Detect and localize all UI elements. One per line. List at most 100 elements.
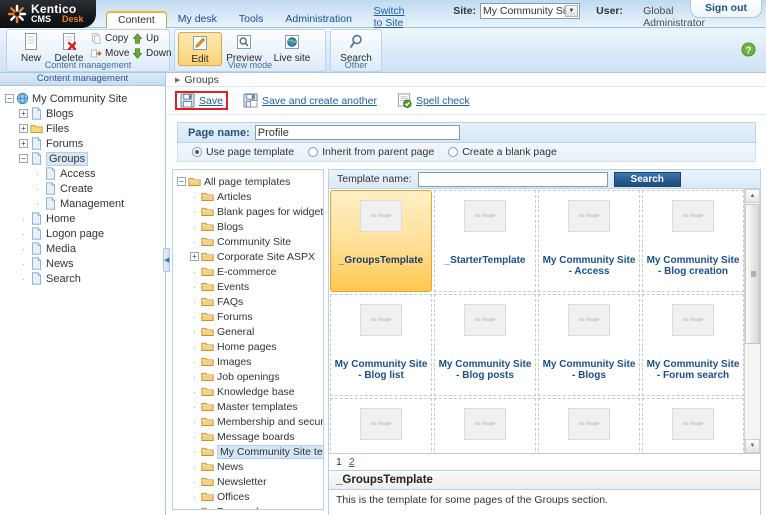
scroll-down-arrow-icon[interactable]: ▼ [745, 439, 760, 453]
template-card-empty[interactable]: no image [642, 398, 744, 453]
template-tree-node-label[interactable]: General [217, 326, 254, 338]
template-tree-node-master-templates[interactable]: · Master templates [177, 399, 323, 414]
content-tree-node-home[interactable]: · Home [5, 211, 165, 226]
template-card-my-community-site-blog-list[interactable]: no image My Community Site - Blog list [330, 294, 432, 396]
radio-icon-inherit-from-parent[interactable] [308, 147, 319, 157]
template-tree-node-label[interactable]: All page templates [204, 176, 290, 188]
template-tree-node-press-releases[interactable]: · Press releases [177, 504, 323, 510]
content-tree-node-logon-page[interactable]: · Logon page [5, 226, 165, 241]
content-tree-node-my-community-site[interactable]: − My Community Site [5, 91, 165, 106]
template-card-my-community-site-blog-creation[interactable]: no image My Community Site - Blog creatio… [642, 190, 744, 292]
down-button[interactable]: Down [132, 48, 172, 59]
template-tree-node-my-community-site-templates[interactable]: · My Community Site templates [177, 444, 323, 459]
template-tree-node-general[interactable]: · General [177, 324, 323, 339]
panel-splitter-handle[interactable]: ◀ [163, 248, 170, 272]
template-grid-scrollbar[interactable]: ▲ ▼ [744, 189, 760, 453]
scrollbar-thumb[interactable] [745, 204, 760, 344]
content-tree-node-label[interactable]: Groups [46, 151, 89, 166]
template-tree-node-label[interactable]: Blank pages for widgets [217, 206, 323, 218]
template-tree-node-knowledge-base[interactable]: · Knowledge base [177, 384, 323, 399]
content-tree-node-label[interactable]: My Community Site [32, 93, 127, 105]
template-tree-node-offices[interactable]: · Offices [177, 489, 323, 504]
spell-check-button[interactable]: Spell check [392, 91, 475, 110]
template-card-my-community-site-forum-search[interactable]: no image My Community Site - Forum search [642, 294, 744, 396]
template-tree-node-message-boards[interactable]: · Message boards [177, 429, 323, 444]
content-tree-node-label[interactable]: Logon page [46, 228, 104, 240]
option-inherit-from-parent[interactable]: Inherit from parent page [308, 146, 434, 158]
template-tree-node-label[interactable]: Community Site [217, 236, 291, 248]
template-tree-node-label[interactable]: Press releases [217, 506, 286, 510]
site-select[interactable]: My Community Site ▼ [480, 3, 580, 19]
content-tree-node-label[interactable]: Media [46, 243, 76, 255]
option-use-page-template[interactable]: Use page template [192, 146, 294, 158]
content-tree-node-label[interactable]: Create [60, 183, 93, 195]
help-question-icon[interactable]: ? [741, 42, 756, 57]
scroll-up-arrow-icon[interactable]: ▲ [745, 189, 760, 203]
template-tree-node-blogs[interactable]: · Blogs [177, 219, 323, 234]
content-tree-node-create[interactable]: · Create [5, 181, 165, 196]
content-tree-node-label[interactable]: News [46, 258, 74, 270]
template-tree-node-label[interactable]: Newsletter [217, 476, 267, 488]
template-tree-node-news[interactable]: · News [177, 459, 323, 474]
template-tree-node-label[interactable]: E-commerce [217, 266, 277, 278]
template-search-button[interactable]: Search [613, 171, 681, 187]
template-tree-node-label[interactable]: Forums [217, 311, 253, 323]
tab-tools[interactable]: Tools [228, 11, 275, 28]
radio-icon-use-page-template[interactable] [192, 147, 202, 157]
expander-plus-icon-forums[interactable]: + [19, 139, 28, 148]
content-tree-node-media[interactable]: · Media [5, 241, 165, 256]
template-tree-node-label[interactable]: Job openings [217, 371, 279, 383]
content-tree-node-forums[interactable]: + Forums [5, 136, 165, 151]
template-card-empty[interactable]: no image [538, 398, 640, 453]
template-search-input[interactable] [417, 171, 608, 187]
tab-my-desk[interactable]: My desk [167, 11, 228, 28]
template-tree-node-newsletter[interactable]: · Newsletter [177, 474, 323, 489]
expander-plus-icon-blogs[interactable]: + [19, 109, 28, 118]
radio-icon-create-blank-page[interactable] [448, 147, 459, 157]
template-tree-node-label[interactable]: Articles [217, 191, 251, 203]
template-tree-node-home-pages[interactable]: · Home pages [177, 339, 323, 354]
content-tree-node-management[interactable]: · Management [5, 196, 165, 211]
template-card-my-community-site-access[interactable]: no image My Community Site - Access [538, 190, 640, 292]
page-name-input[interactable] [254, 125, 460, 140]
template-tree-node-label[interactable]: Events [217, 281, 249, 293]
template-tree-node-blank-pages-for-widgets[interactable]: · Blank pages for widgets [177, 204, 323, 219]
content-tree-node-groups[interactable]: − Groups [5, 151, 165, 166]
template-tree-node-articles[interactable]: · Articles [177, 189, 323, 204]
template-tree-node-job-openings[interactable]: · Job openings [177, 369, 323, 384]
template-card--startertemplate[interactable]: no image _StarterTemplate [434, 190, 536, 292]
option-create-blank-page[interactable]: Create a blank page [448, 146, 557, 158]
content-tree-node-label[interactable]: Blogs [46, 108, 74, 120]
save-button[interactable]: Save [175, 91, 228, 110]
expander-minus-icon-my-community-site[interactable]: − [5, 94, 14, 103]
content-tree-node-label[interactable]: Forums [46, 138, 83, 150]
move-button[interactable]: Move [91, 48, 129, 59]
tab-administration[interactable]: Administration [274, 11, 363, 28]
expander-minus-icon-all-page-templates[interactable]: − [177, 177, 186, 186]
template-tree-node-label[interactable]: Knowledge base [217, 386, 295, 398]
template-card-empty[interactable]: no image [330, 398, 432, 453]
page-2[interactable]: 2 [349, 456, 355, 468]
template-tree-node-label[interactable]: Images [217, 356, 251, 368]
expander-minus-icon-groups[interactable]: − [19, 154, 28, 163]
save-and-create-another-button[interactable]: Save and create another [238, 91, 382, 110]
template-tree-node-label[interactable]: My Community Site templates [217, 444, 323, 459]
up-button[interactable]: Up [132, 33, 159, 44]
content-tree-node-label[interactable]: Management [60, 198, 124, 210]
content-tree-node-label[interactable]: Access [60, 168, 95, 180]
template-tree-node-forums[interactable]: · Forums [177, 309, 323, 324]
chevron-down-icon[interactable]: ▼ [565, 5, 578, 17]
content-tree-node-label[interactable]: Search [46, 273, 81, 285]
template-tree-node-images[interactable]: · Images [177, 354, 323, 369]
content-tree-node-label[interactable]: Home [46, 213, 75, 225]
template-card-empty[interactable]: no image [434, 398, 536, 453]
expander-plus-icon-corporate-site-aspx[interactable]: + [190, 252, 199, 261]
template-card-my-community-site-blogs[interactable]: no image My Community Site - Blogs [538, 294, 640, 396]
tab-content[interactable]: Content [106, 11, 167, 28]
template-tree-node-label[interactable]: Blogs [217, 221, 243, 233]
template-card--groupstemplate[interactable]: no image _GroupsTemplate [330, 190, 432, 292]
template-tree-node-label[interactable]: News [217, 461, 243, 473]
sign-out-button[interactable]: Sign out [690, 0, 762, 18]
template-tree-node-label[interactable]: Home pages [217, 341, 277, 353]
content-tree-node-files[interactable]: + Files [5, 121, 165, 136]
